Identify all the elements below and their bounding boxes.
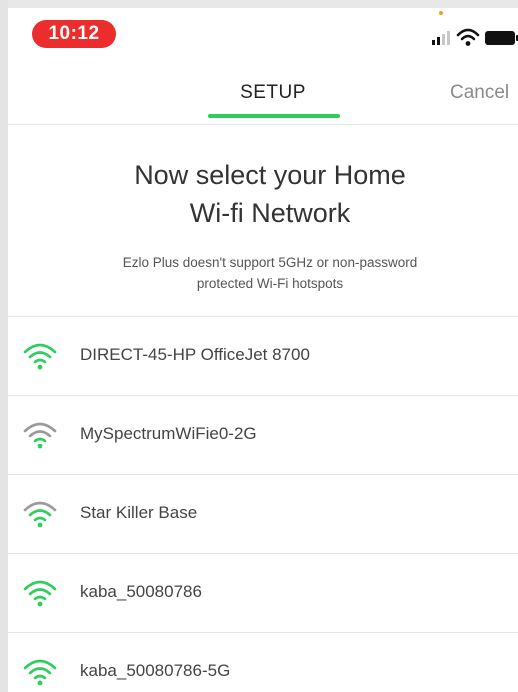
page-title-line-2: Wi-fi Network [189,198,351,228]
network-name: kaba_50080786-5G [80,661,231,680]
wifi-signal-icon [23,580,57,607]
network-item[interactable]: MySpectrumWiFie0-2G [8,396,518,475]
wifi-signal-icon [23,422,57,449]
network-list: DIRECT-45-HP OfficeJet 8700 MySpectrumWi… [8,316,518,692]
cellular-signal-icon [432,31,450,45]
status-bar: 10:12 [8,8,518,52]
network-name: kaba_50080786 [80,582,202,601]
network-name: DIRECT-45-HP OfficeJet 8700 [80,345,310,364]
active-tab-indicator [208,114,340,118]
network-item[interactable]: DIRECT-45-HP OfficeJet 8700 [8,317,518,396]
note-line-1: Ezlo Plus doesn't support 5GHz or non-pa… [122,255,418,270]
wifi-signal-icon [23,343,57,370]
network-item[interactable]: kaba_50080786 [8,554,518,633]
tab-setup[interactable]: SETUP [208,82,338,104]
wifi-requirement-note: Ezlo Plus doesn't support 5GHz or non-pa… [40,252,500,294]
note-line-2: protected Wi-Fi hotspots [196,276,344,291]
nav-bar: SETUP Cancel [8,52,518,125]
cancel-button[interactable]: Cancel [450,82,509,104]
top-border [0,0,518,8]
status-icons [432,28,518,46]
battery-icon [485,31,518,45]
status-time: 10:12 [32,20,116,48]
wifi-signal-icon [23,501,57,528]
left-border [0,0,8,692]
network-item[interactable]: Star Killer Base [8,475,518,554]
wifi-signal-icon [23,659,57,686]
wifi-icon [456,28,480,46]
network-name: MySpectrumWiFie0-2G [80,424,257,443]
privacy-indicator-dot [439,11,443,15]
page-title-line-1: Now select your Home [134,160,406,190]
app-screen: 10:12 SETUP Cancel Now select your Home … [0,0,518,692]
network-name: Star Killer Base [80,503,198,522]
network-item[interactable]: kaba_50080786-5G [8,633,518,692]
page-title: Now select your Home Wi-fi Network [40,156,500,232]
